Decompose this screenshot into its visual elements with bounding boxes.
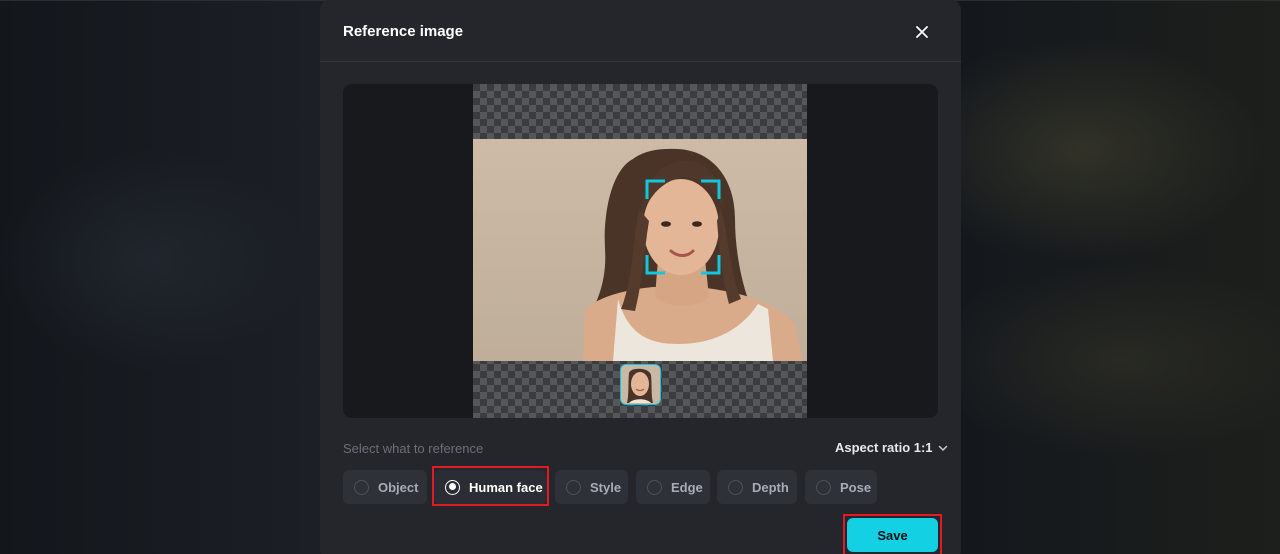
face-detection-frame [645, 179, 721, 275]
option-label: Pose [840, 479, 872, 495]
option-style[interactable]: Style [555, 470, 628, 504]
option-label: Depth [752, 479, 789, 495]
close-button[interactable] [912, 22, 932, 42]
face-thumbnail[interactable] [620, 364, 661, 405]
reference-image-dialog: Reference image Select what to reference… [320, 0, 961, 554]
option-object[interactable]: Object [343, 470, 427, 504]
option-pose[interactable]: Pose [805, 470, 877, 504]
save-button[interactable]: Save [847, 518, 938, 552]
option-label: Style [590, 479, 622, 495]
aspect-ratio-dropdown[interactable]: Aspect ratio 1:1 [835, 440, 948, 455]
aspect-ratio-label: Aspect ratio 1:1 [835, 440, 933, 455]
select-reference-label: Select what to reference [343, 441, 484, 456]
portrait-image [473, 139, 807, 361]
option-edge[interactable]: Edge [636, 470, 710, 504]
face-thumbnail-image [621, 365, 659, 403]
radio-icon [566, 479, 581, 495]
radio-icon [816, 479, 831, 495]
radio-icon [728, 479, 743, 495]
dialog-header: Reference image [320, 0, 961, 62]
highlight-box [432, 466, 549, 506]
image-preview [343, 84, 938, 418]
radio-icon [647, 479, 662, 495]
reference-photo [473, 139, 807, 361]
chevron-down-icon [938, 445, 947, 451]
transparent-canvas [473, 84, 807, 418]
option-label: Edge [671, 479, 703, 495]
option-depth[interactable]: Depth [717, 470, 797, 504]
radio-icon [354, 479, 369, 495]
close-icon [916, 26, 928, 38]
option-label: Object [378, 479, 419, 495]
dialog-title: Reference image [343, 23, 464, 40]
